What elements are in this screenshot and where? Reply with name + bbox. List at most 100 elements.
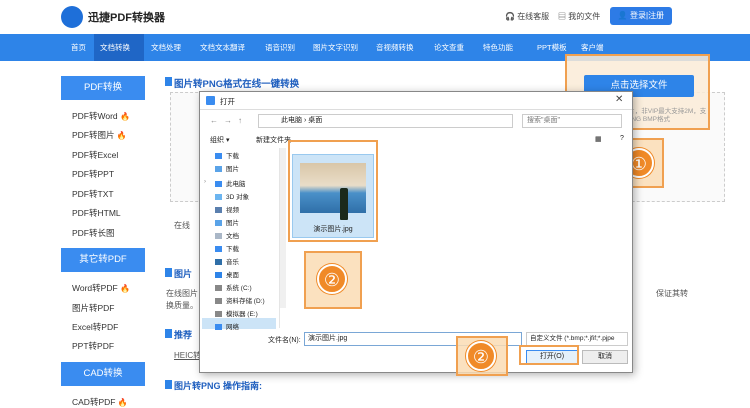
- logo-text[interactable]: 迅捷PDF转换器: [88, 9, 165, 25]
- logo-icon[interactable]: [61, 6, 83, 28]
- body-text: 保证其转: [656, 289, 688, 298]
- sidebar-group-pdf[interactable]: PDF转换: [61, 76, 145, 100]
- nav-features[interactable]: 特色功能: [483, 42, 513, 53]
- sidebar-item[interactable]: CAD转PDF 🔥: [72, 396, 128, 408]
- customer-service-label[interactable]: 在线客服: [517, 12, 549, 21]
- tree-item-label: 模拟器 (E:): [226, 311, 258, 318]
- nav-home[interactable]: 首页: [71, 42, 86, 53]
- section-title: 推荐: [174, 330, 193, 340]
- body-text: 换质量。: [166, 301, 198, 310]
- top-bar: 迅捷PDF转换器 🎧 在线客服 ▤ 我的文件 👤 登录|注册: [0, 0, 750, 34]
- tree-item[interactable]: 视频: [215, 204, 239, 214]
- tree-item[interactable]: 图片: [215, 217, 239, 227]
- body-text: 在线图片: [166, 289, 198, 298]
- login-button[interactable]: 👤 登录|注册: [610, 7, 672, 25]
- step-badge: ②: [317, 264, 347, 294]
- tree-item[interactable]: 系统 (C:): [215, 282, 252, 292]
- tree-item[interactable]: 下载: [215, 150, 239, 160]
- nav-av-convert[interactable]: 音视频转换: [376, 42, 414, 53]
- back-icon[interactable]: ←: [210, 116, 218, 125]
- expand-icon[interactable]: ›: [204, 179, 206, 185]
- heic-link[interactable]: HEIC转: [174, 350, 201, 361]
- up-icon[interactable]: ↑: [238, 116, 242, 125]
- tree-item-label: 图片: [226, 166, 239, 173]
- dialog-titlebar: 打开 ✕: [200, 92, 632, 110]
- tree-selection: [202, 318, 276, 329]
- tree-item-label: 音乐: [226, 259, 239, 266]
- address-bar[interactable]: 此电脑 › 桌面: [258, 114, 513, 128]
- step-badge: ②: [466, 341, 496, 371]
- section-title: 图片: [174, 269, 193, 279]
- tree-item[interactable]: 模拟器 (E:): [215, 308, 258, 318]
- dialog-toolbar: 组织 ▾ 新建文件夹 ▦ ?: [200, 132, 632, 146]
- sidebar-item[interactable]: Excel转PDF: [72, 321, 118, 333]
- tree-item-label: 文档: [226, 233, 239, 240]
- login-label[interactable]: 登录|注册: [630, 11, 664, 20]
- nav-paper-check[interactable]: 论文查重: [434, 42, 464, 53]
- tree-item[interactable]: 此电脑: [215, 178, 246, 188]
- sidebar-item[interactable]: PDF转HTML: [72, 207, 121, 219]
- new-folder-button[interactable]: 新建文件夹: [256, 135, 291, 145]
- nav-translate[interactable]: 文档文本翻译: [200, 42, 245, 53]
- tree-item-label: 系统 (C:): [226, 285, 252, 292]
- sidebar-item[interactable]: PDF转图片 🔥: [72, 129, 127, 141]
- tree-item[interactable]: 桌面: [215, 269, 239, 279]
- file-type-select[interactable]: 自定义文件 (*.bmp;*.jfif;*.pjpe: [526, 332, 628, 346]
- nav-ppt[interactable]: PPT模板: [537, 42, 567, 53]
- help-icon[interactable]: ?: [620, 135, 624, 142]
- nav-client[interactable]: 客户端: [581, 42, 604, 53]
- nav-voice[interactable]: 语音识别: [265, 42, 295, 53]
- tree-item[interactable]: 文档: [215, 230, 239, 240]
- sidebar: PDF转换 PDF转Word 🔥 PDF转图片 🔥 PDF转Excel PDF转…: [61, 76, 145, 408]
- sidebar-item[interactable]: 图片转PDF: [72, 302, 115, 314]
- sidebar-group-cad[interactable]: CAD转换: [61, 362, 145, 386]
- tree-item[interactable]: 下载: [215, 243, 239, 253]
- tree-item[interactable]: 图片: [215, 163, 239, 173]
- breadcrumb-item[interactable]: 此电脑: [281, 117, 302, 124]
- sidebar-item[interactable]: PDF转Word 🔥: [72, 110, 130, 122]
- section-marker: [165, 268, 172, 277]
- folder-icon: [206, 96, 215, 105]
- sidebar-item-label: Word转PDF: [72, 283, 118, 293]
- tree-item-label: 网络: [226, 324, 239, 331]
- forward-icon[interactable]: →: [224, 116, 232, 125]
- open-highlight-box: [519, 345, 579, 365]
- tree-item[interactable]: 音乐: [215, 256, 239, 266]
- dialog-title: 打开: [220, 97, 235, 106]
- fire-icon: 🔥: [120, 112, 130, 121]
- page-title: 图片转PNG格式在线一键转换: [174, 79, 300, 90]
- sidebar-item[interactable]: Word转PDF 🔥: [72, 282, 130, 294]
- fire-icon: 🔥: [120, 284, 130, 293]
- customer-service-link[interactable]: 🎧 在线客服: [505, 11, 549, 22]
- nav-doc-process[interactable]: 文档处理: [151, 42, 181, 53]
- tree-item-label: 下载: [226, 246, 239, 253]
- cancel-button[interactable]: 取消: [582, 350, 628, 364]
- tree-item-label: 图片: [226, 220, 239, 227]
- tree-item-label: 下载: [226, 153, 239, 160]
- sidebar-item[interactable]: PDF转Excel: [72, 149, 118, 161]
- close-icon[interactable]: ✕: [615, 94, 623, 105]
- sidebar-item[interactable]: PPT转PDF: [72, 340, 114, 352]
- sidebar-item-label: PDF转图片: [72, 130, 115, 140]
- nav-doc-convert[interactable]: 文档转换: [100, 42, 130, 53]
- tree-item-label: 此电脑: [226, 181, 246, 188]
- online-text: 在线: [174, 221, 190, 230]
- view-icon[interactable]: ▦: [595, 135, 602, 143]
- my-files-link[interactable]: ▤ 我的文件: [558, 11, 600, 22]
- tree-item-label: 资料存储 (D:): [226, 298, 265, 305]
- title-marker: [165, 77, 172, 86]
- tree-item[interactable]: 资料存储 (D:): [215, 295, 265, 305]
- tree-item[interactable]: 3D 对象: [215, 191, 249, 201]
- section-title: 图片转PNG 操作指南:: [174, 381, 263, 391]
- nav-ocr[interactable]: 图片文字识别: [313, 42, 358, 53]
- tree-item-label: 3D 对象: [226, 194, 250, 201]
- search-input[interactable]: 搜索"桌面": [522, 114, 622, 128]
- breadcrumb-item[interactable]: 桌面: [308, 117, 322, 124]
- sidebar-item[interactable]: PDF转PPT: [72, 168, 114, 180]
- sidebar-item[interactable]: PDF转长图: [72, 227, 115, 239]
- tree-item[interactable]: 网络: [215, 321, 239, 331]
- sidebar-group-other[interactable]: 其它转PDF: [61, 248, 145, 272]
- my-files-label[interactable]: 我的文件: [568, 12, 600, 21]
- organize-button[interactable]: 组织 ▾: [210, 135, 229, 145]
- sidebar-item[interactable]: PDF转TXT: [72, 188, 114, 200]
